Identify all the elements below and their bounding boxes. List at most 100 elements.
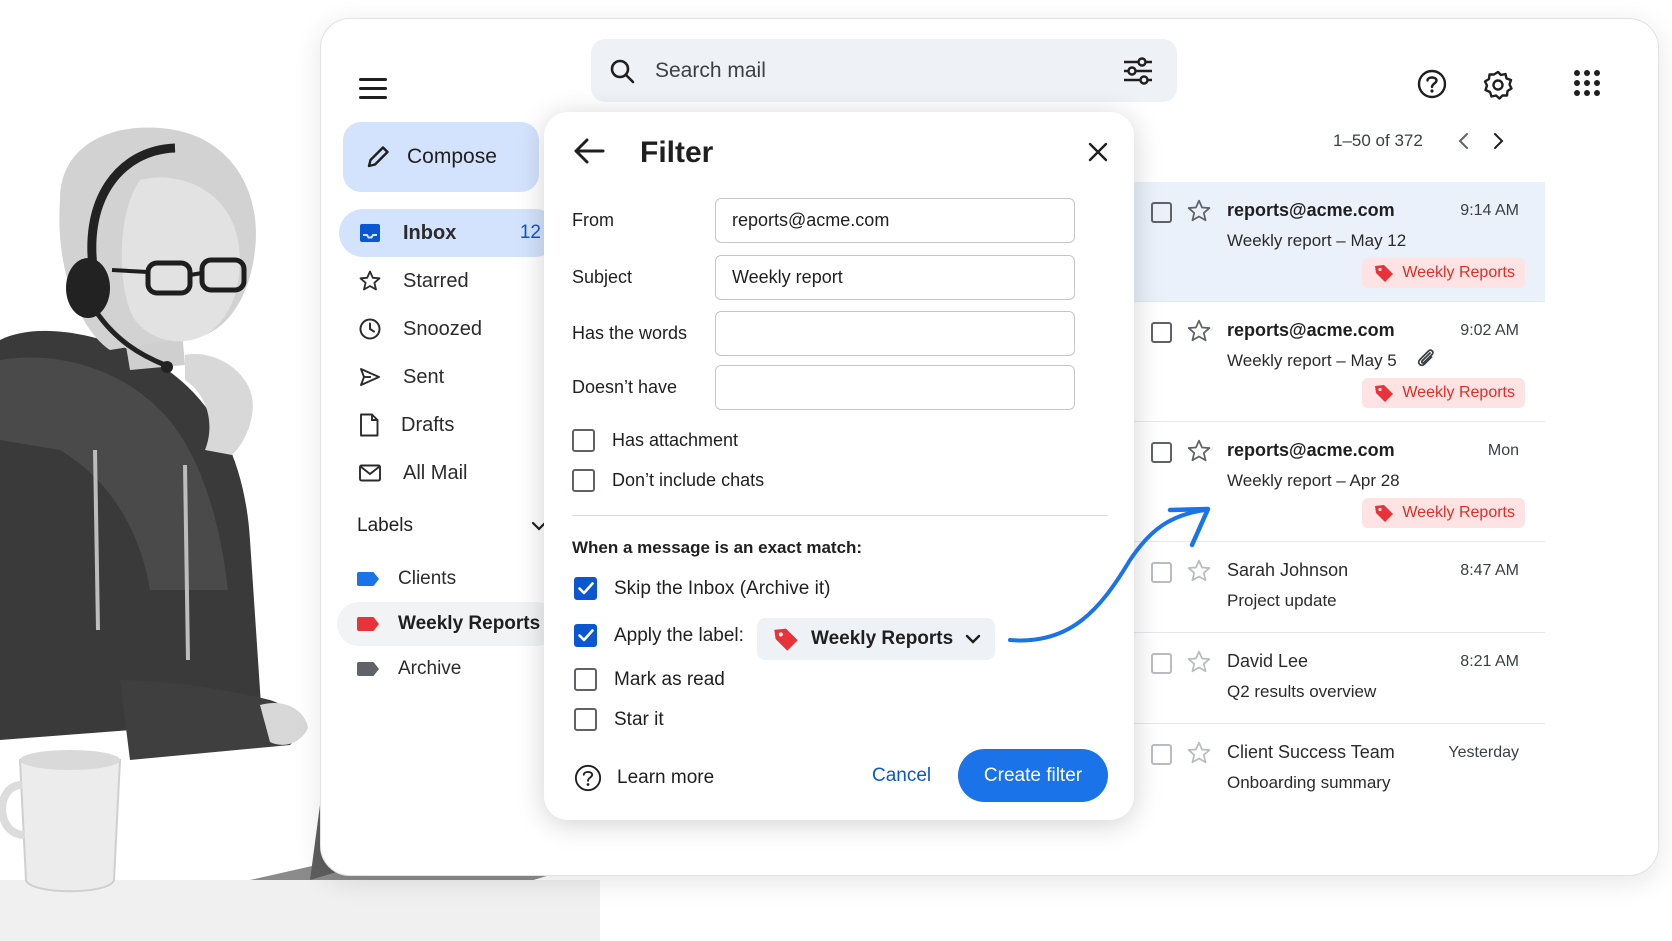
star-icon[interactable] xyxy=(1187,559,1211,583)
email-row[interactable]: David Lee 8:21 AM Q2 results overview xyxy=(1133,633,1545,724)
tag-icon xyxy=(773,627,799,651)
chevron-right-icon[interactable] xyxy=(1493,132,1505,150)
email-subject: Onboarding summary xyxy=(1227,773,1391,792)
sidebar-item-drafts[interactable]: Drafts xyxy=(339,401,559,449)
has-attachment-option[interactable]: Has attachment xyxy=(572,429,738,452)
search-options-icon[interactable] xyxy=(1123,56,1153,85)
label-list: Clients Weekly Reports Archive xyxy=(337,557,559,692)
row-checkbox[interactable] xyxy=(1151,744,1172,765)
label-select-dropdown[interactable]: Weekly Reports xyxy=(757,618,995,660)
label-name: Clients xyxy=(398,568,457,589)
sidebar-item-inbox[interactable]: Inbox 12 xyxy=(339,209,559,257)
label-item-clients[interactable]: Clients xyxy=(337,557,559,601)
mail-app-window: Search mail Compose Inbox 12 Starred Sno… xyxy=(320,18,1659,876)
star-it-checkbox[interactable] xyxy=(574,708,597,731)
sidebar-item-label: Drafts xyxy=(401,413,455,436)
no-chats-label: Don’t include chats xyxy=(612,470,765,490)
email-sender: Sarah Johnson xyxy=(1227,560,1349,580)
label-chip-text: Weekly Reports xyxy=(1402,264,1515,281)
search-input[interactable]: Search mail xyxy=(655,59,1123,83)
mark-read-checkbox[interactable] xyxy=(574,668,597,691)
label-chip[interactable]: Weekly Reports xyxy=(1362,498,1525,528)
email-row[interactable]: reports@acme.com 9:14 AM Weekly report –… xyxy=(1133,182,1545,302)
email-sender: reports@acme.com xyxy=(1227,440,1395,460)
star-icon[interactable] xyxy=(1187,439,1211,463)
sidebar-nav: Inbox 12 Starred Snoozed Sent Drafts All… xyxy=(339,209,559,497)
from-row: From reports@acme.com xyxy=(572,198,1102,243)
close-icon[interactable] xyxy=(1088,142,1108,162)
help-icon xyxy=(574,764,602,792)
row-checkbox[interactable] xyxy=(1151,562,1172,583)
skip-inbox-checkbox[interactable] xyxy=(574,577,597,600)
apply-label-checkbox[interactable] xyxy=(574,624,597,647)
email-subject: Weekly report – May 5 xyxy=(1227,351,1397,370)
email-row[interactable]: Client Success Team Yesterday Onboarding… xyxy=(1133,724,1545,815)
labels-section-header[interactable]: Labels xyxy=(357,515,547,537)
learn-more-link[interactable]: Learn more xyxy=(574,764,714,792)
label-tag-icon xyxy=(357,662,379,676)
label-name: Archive xyxy=(398,658,462,679)
row-checkbox[interactable] xyxy=(1151,653,1172,674)
doesnt-have-input[interactable] xyxy=(715,365,1075,410)
label-item-archive[interactable]: Archive xyxy=(337,647,559,691)
no-chats-checkbox[interactable] xyxy=(572,469,595,492)
apply-label-option[interactable]: Apply the label: xyxy=(574,624,744,647)
email-time: 8:47 AM xyxy=(1460,562,1519,579)
sidebar-item-all-mail[interactable]: All Mail xyxy=(339,449,559,497)
tag-icon xyxy=(1374,504,1394,522)
star-it-option[interactable]: Star it xyxy=(574,708,664,731)
search-icon[interactable] xyxy=(609,58,635,84)
row-checkbox[interactable] xyxy=(1151,322,1172,343)
sidebar-item-sent[interactable]: Sent xyxy=(339,353,559,401)
email-row[interactable]: reports@acme.com Mon Weekly report – Apr… xyxy=(1133,422,1545,542)
email-sender: reports@acme.com xyxy=(1227,200,1395,220)
star-it-label: Star it xyxy=(614,708,664,730)
menu-icon[interactable] xyxy=(357,71,391,105)
skip-inbox-option[interactable]: Skip the Inbox (Archive it) xyxy=(574,577,830,600)
star-icon[interactable] xyxy=(1187,650,1211,674)
back-arrow-icon[interactable] xyxy=(572,136,606,166)
row-checkbox[interactable] xyxy=(1151,202,1172,223)
attachment-icon xyxy=(1416,347,1436,369)
email-row[interactable]: Sarah Johnson 8:47 AM Project update xyxy=(1133,542,1545,633)
star-icon[interactable] xyxy=(1187,741,1211,765)
subject-input[interactable]: Weekly report xyxy=(715,255,1075,300)
email-subject: Weekly report – May 12 xyxy=(1227,231,1407,250)
pencil-icon xyxy=(365,144,391,170)
learn-more-label: Learn more xyxy=(617,767,715,788)
search-bar[interactable]: Search mail xyxy=(591,39,1177,102)
create-filter-button[interactable]: Create filter xyxy=(958,749,1108,802)
star-icon[interactable] xyxy=(1187,319,1211,343)
row-checkbox[interactable] xyxy=(1151,442,1172,463)
help-icon[interactable] xyxy=(1417,69,1447,99)
star-icon xyxy=(359,270,381,292)
label-chip[interactable]: Weekly Reports xyxy=(1362,378,1525,408)
sidebar-item-snoozed[interactable]: Snoozed xyxy=(339,305,559,353)
divider xyxy=(572,515,1108,516)
clock-icon xyxy=(359,318,381,340)
cancel-button[interactable]: Cancel xyxy=(872,765,931,787)
email-time: 9:14 AM xyxy=(1460,202,1519,219)
settings-gear-icon[interactable] xyxy=(1482,69,1514,101)
send-icon xyxy=(359,367,381,387)
chevron-left-icon[interactable] xyxy=(1457,132,1469,150)
email-subject: Weekly report – Apr 28 xyxy=(1227,471,1400,490)
apply-label-label: Apply the label: xyxy=(614,624,744,646)
no-chats-option[interactable]: Don’t include chats xyxy=(572,469,764,492)
label-item-weekly-reports[interactable]: Weekly Reports xyxy=(337,602,559,646)
email-row[interactable]: reports@acme.com 9:02 AM Weekly report –… xyxy=(1133,302,1545,422)
sidebar-item-starred[interactable]: Starred xyxy=(339,257,559,305)
subject-label: Subject xyxy=(572,267,633,287)
selected-label: Weekly Reports xyxy=(811,628,954,649)
has-attachment-checkbox[interactable] xyxy=(572,429,595,452)
labels-heading: Labels xyxy=(357,515,413,536)
compose-button[interactable]: Compose xyxy=(343,122,539,192)
has-words-input[interactable] xyxy=(715,311,1075,356)
email-subject: Project update xyxy=(1227,591,1337,610)
pagination-text: 1–50 of 372 xyxy=(1333,131,1423,150)
mark-read-option[interactable]: Mark as read xyxy=(574,668,725,691)
star-icon[interactable] xyxy=(1187,199,1211,223)
apps-grid-icon[interactable] xyxy=(1573,69,1601,97)
from-input[interactable]: reports@acme.com xyxy=(715,198,1075,243)
label-chip[interactable]: Weekly Reports xyxy=(1362,258,1525,288)
